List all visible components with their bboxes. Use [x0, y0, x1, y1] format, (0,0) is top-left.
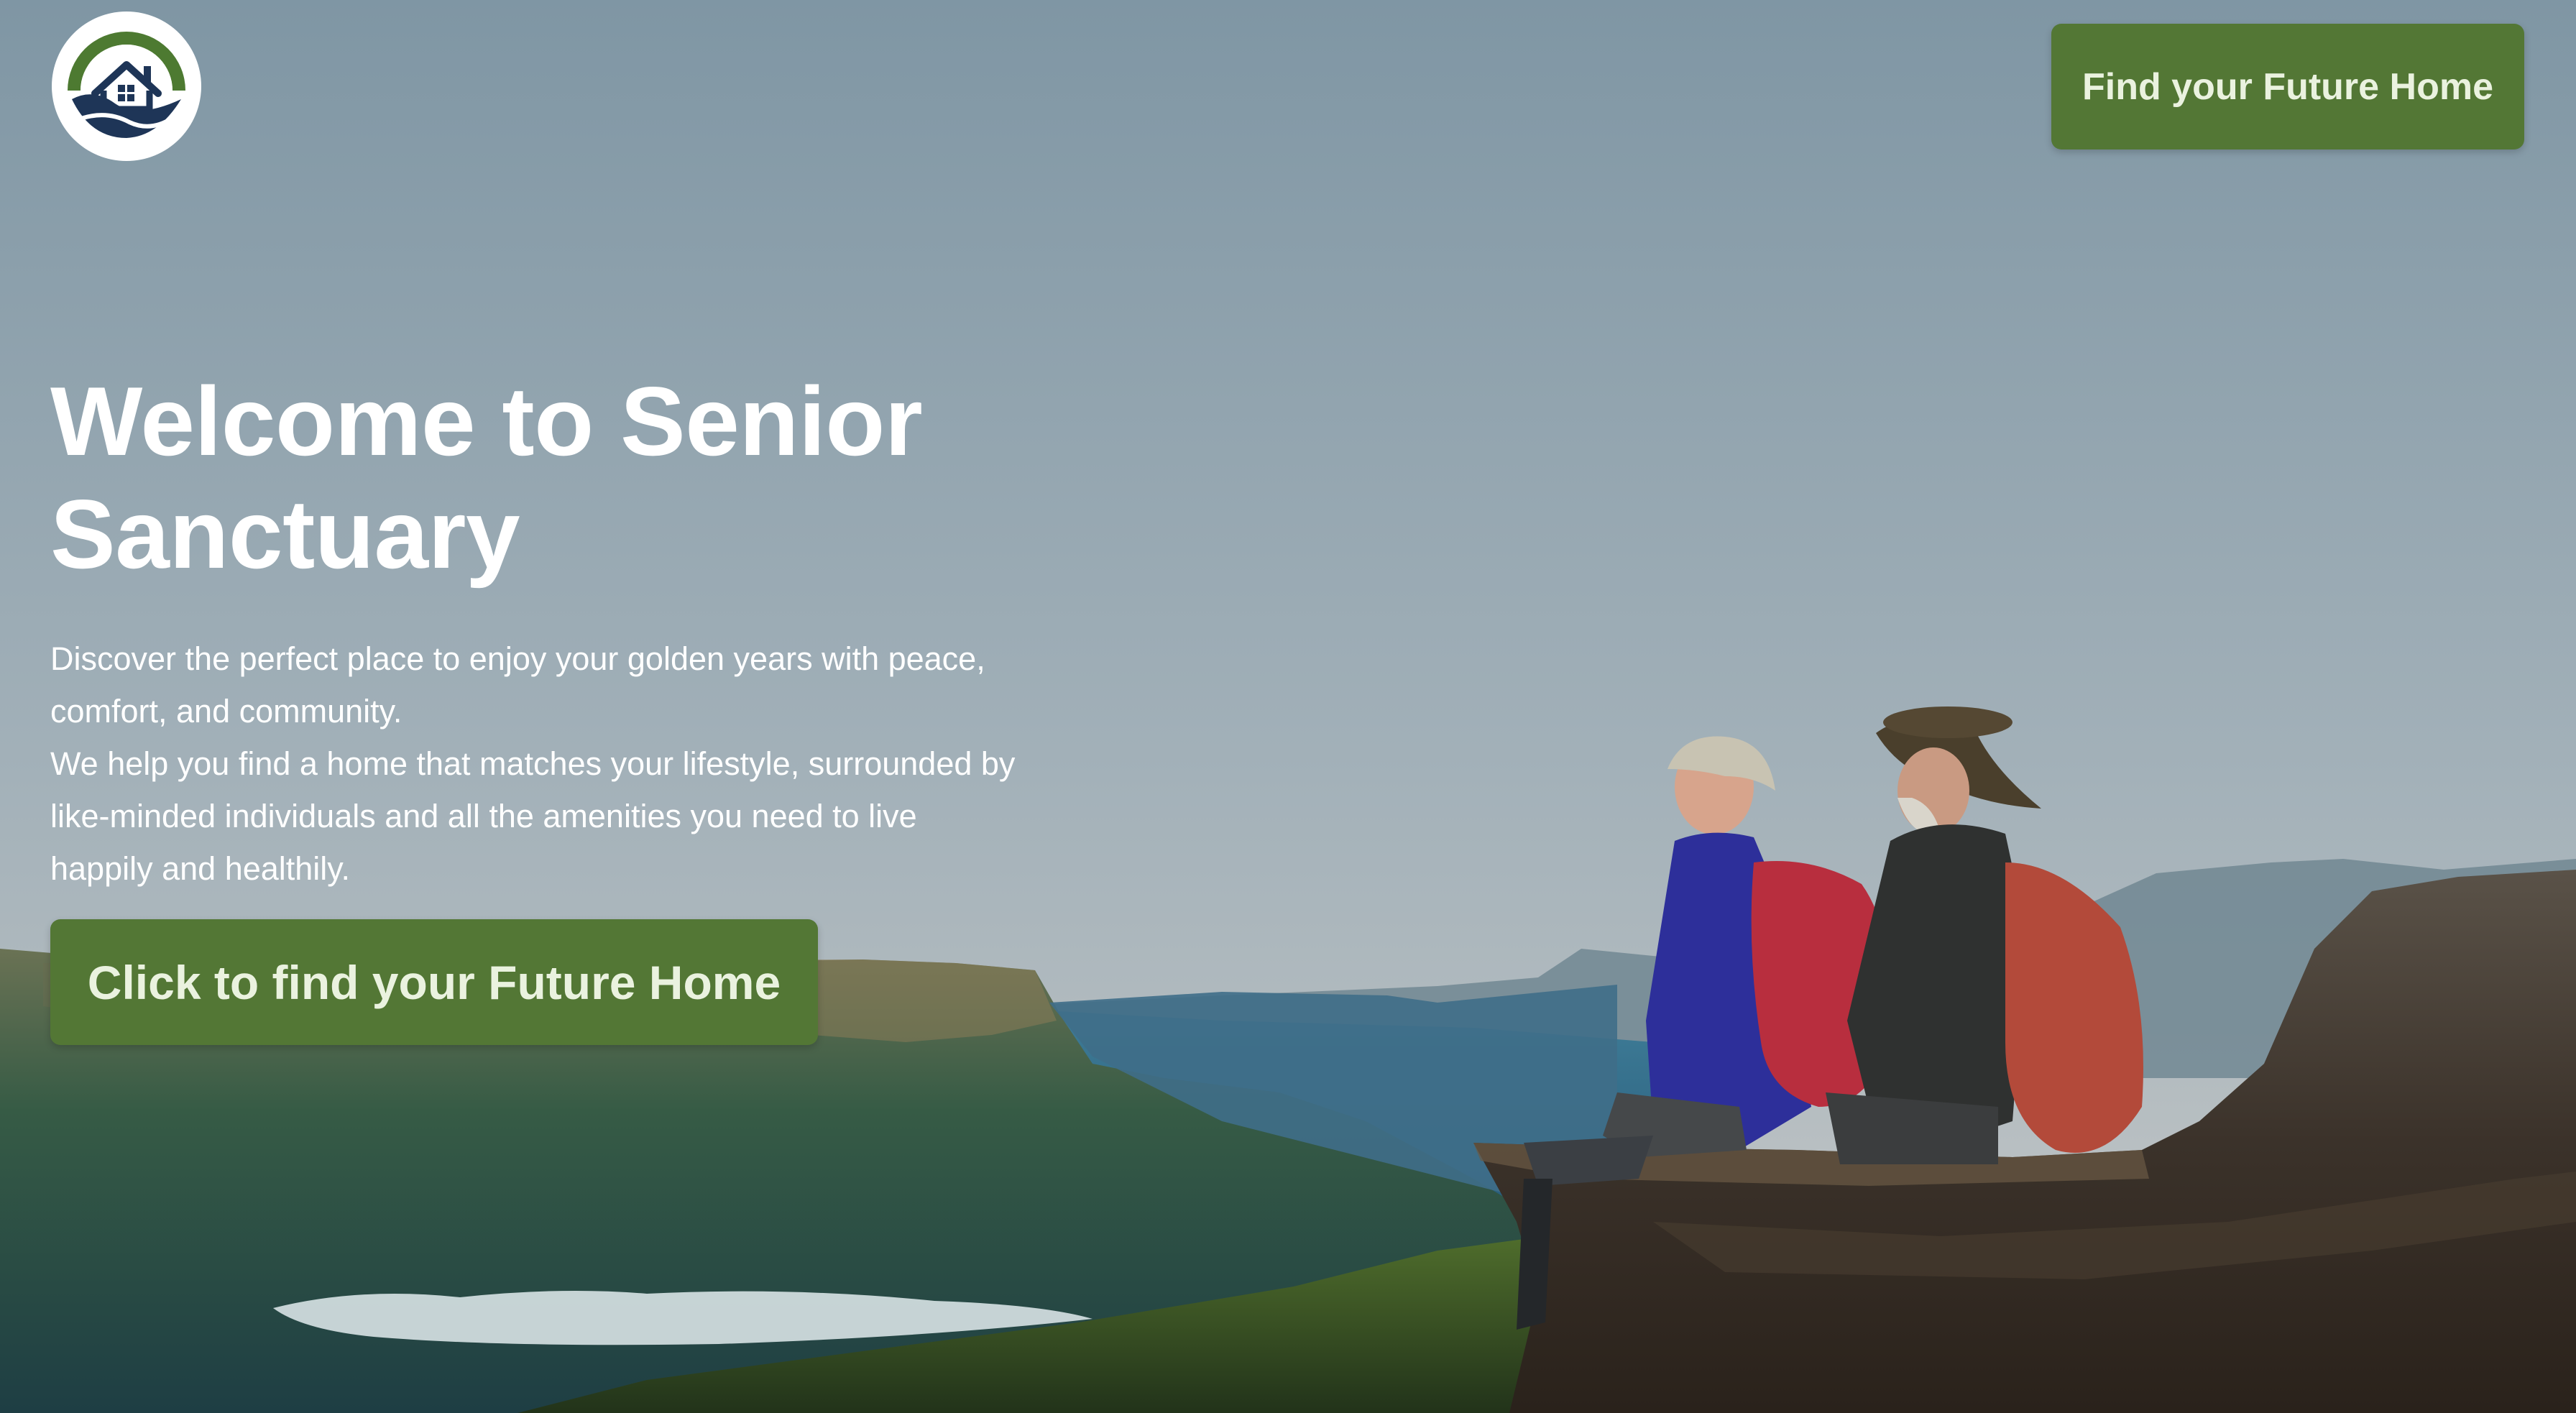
hero-description: Discover the perfect place to enjoy your… — [50, 632, 1028, 895]
house-on-waves-logo-icon — [52, 11, 201, 161]
find-future-home-button[interactable]: Find your Future Home — [2051, 24, 2524, 149]
page-title: Welcome to Senior Sanctuary — [50, 367, 923, 589]
hero-paragraph-details: We help you find a home that matches you… — [50, 745, 1016, 887]
hero-cta-button[interactable]: Click to find your Future Home — [50, 919, 818, 1045]
senior-sanctuary-logo[interactable] — [50, 10, 203, 162]
hero-paragraph-intro: Discover the perfect place to enjoy your… — [50, 640, 985, 729]
